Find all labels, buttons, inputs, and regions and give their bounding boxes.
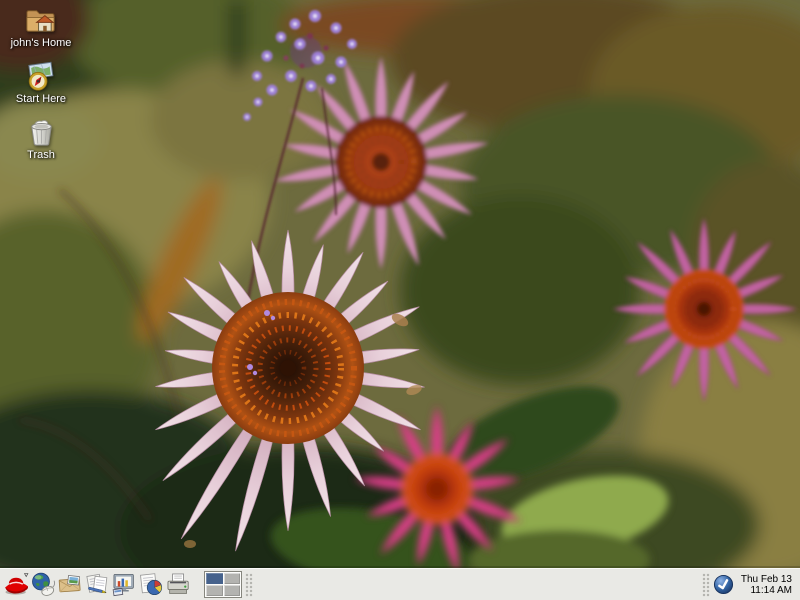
desktop-icon-label: john's Home: [11, 37, 72, 49]
desktop-icon-trash[interactable]: Trash: [25, 115, 58, 161]
clock[interactable]: Thu Feb 13 11:14 AM: [741, 574, 792, 596]
notification-area-handle[interactable]: [702, 573, 710, 597]
desktop-icon-home[interactable]: john's Home: [11, 3, 72, 49]
bottom-panel: Thu Feb 13 11:14 AM: [0, 568, 800, 600]
main-menu-button[interactable]: [3, 570, 30, 600]
wallpaper-flowers-photo: [0, 0, 800, 568]
home-folder-icon: [24, 3, 57, 36]
update-notifier[interactable]: [713, 574, 734, 595]
panel-launchers: [3, 570, 192, 600]
desktop-icon-label: Trash: [27, 149, 55, 161]
word-processor-button[interactable]: [84, 570, 111, 600]
update-check-icon: [713, 574, 734, 595]
desktop-icon-label: Start Here: [16, 93, 66, 105]
panel-drag-handle[interactable]: [245, 573, 253, 597]
clock-date: Thu Feb 13: [741, 574, 792, 585]
documents-pen-icon: [84, 571, 111, 598]
trash-can-icon: [25, 115, 58, 148]
screen: john's Home Start: [0, 0, 800, 600]
print-manager-button[interactable]: [165, 570, 192, 600]
presentation-button[interactable]: [111, 570, 138, 600]
desktop-icon-column: john's Home Start: [2, 3, 80, 161]
workspace-4[interactable]: [224, 585, 241, 596]
spreadsheet-button[interactable]: [138, 570, 165, 600]
desktop-icon-start-here[interactable]: Start Here: [16, 59, 66, 105]
printer-icon: [165, 571, 192, 598]
envelope-photo-icon: [57, 571, 84, 598]
start-here-compass-icon: [24, 59, 57, 92]
red-hat-menu-icon: [3, 571, 30, 598]
workspace-3[interactable]: [206, 585, 223, 596]
email-button[interactable]: [57, 570, 84, 600]
monitor-chart-icon: [111, 571, 138, 598]
workspace-1-active[interactable]: [206, 573, 223, 584]
workspace-switcher[interactable]: [204, 571, 242, 598]
workspace-2[interactable]: [224, 573, 241, 584]
globe-mouse-icon: [30, 571, 57, 598]
clock-time: 11:14 AM: [741, 585, 792, 596]
desktop-background[interactable]: john's Home Start: [0, 0, 800, 568]
web-browser-button[interactable]: [30, 570, 57, 600]
pie-chart-document-icon: [138, 571, 165, 598]
